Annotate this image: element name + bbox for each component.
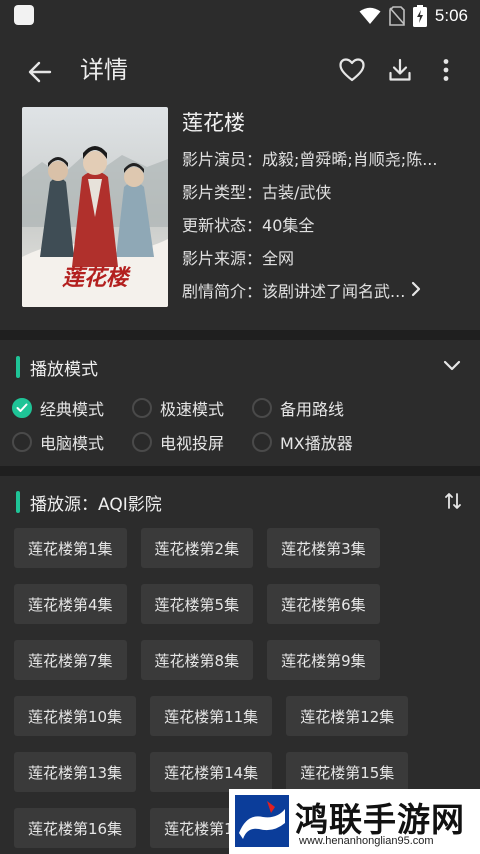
episode-button[interactable]: 莲花楼第9集: [267, 640, 380, 680]
watermark-url: www.henanhonglian95.com: [299, 835, 434, 847]
radio-unchecked-icon: [132, 398, 152, 418]
watermark-text: 鸿联手游网: [295, 800, 465, 839]
poster-title: 莲花楼: [62, 265, 131, 291]
page-title: 详情: [80, 56, 128, 84]
episode-button[interactable]: 莲花楼第3集: [267, 528, 380, 568]
episode-button[interactable]: 莲花楼第1集: [14, 528, 127, 568]
info-row-synopsis[interactable]: 剧情简介： 该剧讲述了闻名武...: [182, 275, 467, 308]
episode-button[interactable]: 莲花楼第4集: [14, 584, 127, 624]
mode-option-tv-cast[interactable]: 电视投屏: [132, 430, 252, 454]
episode-button[interactable]: 莲花楼第2集: [140, 528, 254, 568]
source-title: 播放源：AQI影院: [30, 494, 162, 515]
episode-button[interactable]: 莲花楼第8集: [140, 640, 254, 680]
play-mode-header: 播放模式: [16, 352, 98, 382]
more-options-button[interactable]: [430, 54, 462, 86]
info-value: 该剧讲述了闻名武...: [262, 282, 406, 301]
chevron-down-icon: [443, 360, 461, 371]
watermark: 鸿联手游网 www.henanhonglian95.com: [229, 789, 480, 854]
download-icon: [389, 58, 411, 81]
wifi-icon: [359, 7, 381, 24]
accent-bar: [16, 491, 20, 513]
show-title: 莲花楼: [182, 111, 245, 135]
episode-button[interactable]: 莲花楼第16集: [14, 808, 137, 848]
radio-unchecked-icon: [12, 432, 32, 452]
episode-button[interactable]: 莲花楼第11集: [150, 696, 273, 736]
no-sim-icon: [389, 6, 405, 26]
info-label: 影片演员：: [182, 150, 263, 169]
episode-button[interactable]: 莲花楼第12集: [286, 696, 409, 736]
mode-label: 电视投屏: [160, 434, 225, 453]
mode-option-classic[interactable]: 经典模式: [12, 396, 132, 420]
status-time: 5:06: [434, 6, 468, 25]
more-vertical-icon: [443, 59, 449, 81]
info-row-source: 影片来源： 全网: [182, 242, 467, 275]
mode-option-mx-player[interactable]: MX播放器: [252, 430, 372, 454]
play-mode-title: 播放模式: [30, 359, 98, 380]
info-row-update-status: 更新状态： 40集全: [182, 209, 467, 242]
accent-bar: [16, 356, 20, 378]
info-row-genre: 影片类型： 古装/武侠: [182, 176, 467, 209]
section-divider: [0, 466, 480, 476]
mode-option-backup[interactable]: 备用路线: [252, 396, 372, 420]
app-bar: 详情: [0, 32, 480, 108]
info-row-actors: 影片演员： 成毅;曾舜晞;肖顺尧;陈...: [182, 143, 467, 176]
sort-button[interactable]: [444, 492, 464, 512]
chevron-right-icon[interactable]: [411, 275, 421, 308]
mode-option-pc[interactable]: 电脑模式: [12, 430, 132, 454]
episode-button[interactable]: 莲花楼第7集: [14, 640, 127, 680]
info-label: 影片类型：: [182, 183, 263, 202]
info-label: 更新状态：: [182, 216, 263, 235]
download-button[interactable]: [384, 54, 416, 86]
collapse-button[interactable]: [442, 358, 466, 376]
info-label: 剧情简介：: [182, 282, 263, 301]
arrow-left-icon: [28, 61, 52, 83]
info-value: 古装/武侠: [262, 183, 332, 202]
episode-button[interactable]: 莲花楼第5集: [140, 584, 254, 624]
info-label: 影片来源：: [182, 249, 263, 268]
mode-label: 电脑模式: [40, 434, 105, 453]
radio-unchecked-icon: [252, 398, 272, 418]
battery-charging-icon: [412, 5, 427, 27]
mode-label: 备用路线: [280, 400, 345, 419]
episode-button[interactable]: 莲花楼第14集: [150, 752, 273, 792]
watermark-logo-icon: [235, 795, 289, 847]
mode-option-fast[interactable]: 极速模式: [132, 396, 252, 420]
sort-icon: [445, 493, 461, 509]
play-mode-options: 经典模式 极速模式 备用路线 电脑模式 电视投屏 MX播放器: [12, 391, 472, 459]
heart-icon: [339, 58, 365, 82]
detail-info: 莲花楼 影片演员： 成毅;曾舜晞;肖顺尧;陈... 影片类型： 古装/武侠 更新状态…: [182, 108, 467, 308]
poster-image[interactable]: 莲花楼: [22, 107, 168, 307]
mode-label: MX播放器: [280, 434, 353, 453]
info-value: 成毅;曾舜晞;肖顺尧;陈...: [262, 150, 438, 169]
section-divider: [0, 330, 480, 340]
episode-button[interactable]: 莲花楼第6集: [267, 584, 380, 624]
mode-label: 极速模式: [160, 400, 225, 419]
info-value: 全网: [262, 249, 295, 268]
source-header: 播放源：AQI影院: [16, 487, 162, 517]
back-button[interactable]: [22, 54, 58, 90]
radio-unchecked-icon: [132, 432, 152, 452]
radio-unchecked-icon: [252, 432, 272, 452]
favorite-button[interactable]: [336, 54, 368, 86]
episode-button[interactable]: 莲花楼第15集: [286, 752, 409, 792]
episode-button[interactable]: 莲花楼第13集: [14, 752, 137, 792]
radio-checked-icon: [12, 398, 32, 418]
episode-button[interactable]: 莲花楼第10集: [14, 696, 137, 736]
info-value: 40集全: [262, 216, 315, 235]
status-bar: 5:06: [0, 0, 480, 32]
mode-label: 经典模式: [40, 400, 105, 419]
system-indicators: 5:06: [359, 3, 468, 29]
app-notification-icon: [14, 5, 34, 25]
